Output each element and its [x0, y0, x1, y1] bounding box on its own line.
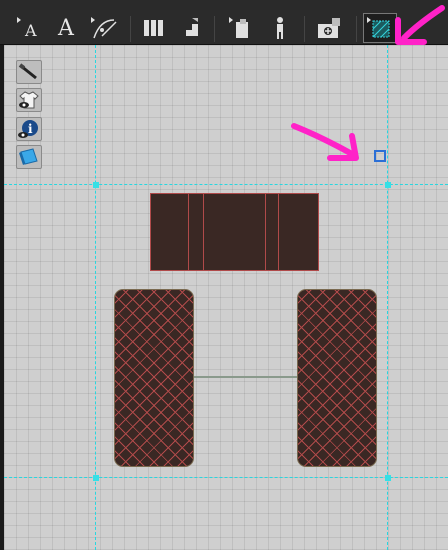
- book-button[interactable]: [16, 145, 42, 169]
- table-divider: [265, 194, 266, 270]
- toolbar-separator: [214, 16, 215, 42]
- info-eye-button[interactable]: i: [16, 117, 42, 141]
- bench-right[interactable]: [297, 289, 377, 467]
- columns-tool[interactable]: [140, 14, 168, 42]
- selection-handle[interactable]: [93, 475, 99, 481]
- book-icon: [19, 148, 38, 165]
- shirt-eye-button[interactable]: [16, 88, 42, 112]
- selection-handle[interactable]: [93, 182, 99, 188]
- table-divider: [203, 194, 204, 270]
- text-tool[interactable]: A: [52, 14, 80, 42]
- table-divider: [188, 194, 189, 270]
- connecting-bar[interactable]: [194, 376, 297, 378]
- text-small-icon: A: [17, 17, 37, 40]
- brush-icon: [18, 63, 37, 80]
- stairs-icon: [180, 18, 198, 36]
- design-canvas[interactable]: i: [4, 45, 448, 550]
- guide-line-horizontal-top[interactable]: [4, 184, 448, 185]
- toolbar-separator: [130, 16, 131, 42]
- toolbar-separator: [304, 16, 305, 42]
- add-object-tool[interactable]: [314, 14, 344, 42]
- add-object-icon: [318, 18, 340, 38]
- object-tool[interactable]: [226, 14, 256, 42]
- columns-icon: [144, 20, 163, 36]
- figure-tool[interactable]: [266, 14, 294, 42]
- selected-object-marker[interactable]: [374, 150, 386, 162]
- svg-text:A: A: [24, 21, 37, 40]
- pen-curve-icon: [91, 17, 117, 39]
- bench-left[interactable]: [114, 289, 194, 467]
- table-divider: [278, 194, 279, 270]
- stairs-tool[interactable]: [176, 14, 204, 42]
- shirt-eye-icon: [19, 91, 39, 109]
- pen-curve-tool[interactable]: [88, 14, 120, 42]
- text-tool-label: A: [58, 15, 74, 41]
- selection-handle[interactable]: [385, 475, 391, 481]
- svg-text:i: i: [28, 122, 33, 136]
- brush-eye-button[interactable]: [16, 60, 42, 84]
- figure-icon: [277, 17, 283, 39]
- toolbar-separator: [356, 16, 357, 42]
- table-object[interactable]: [150, 193, 319, 271]
- object-icon: [229, 17, 248, 38]
- text-tool-small[interactable]: A: [14, 14, 42, 42]
- selection-handle[interactable]: [385, 182, 391, 188]
- guide-line-horizontal-bottom[interactable]: [4, 477, 448, 478]
- info-eye-icon: i: [18, 120, 38, 138]
- annotation-arrow-canvas: [291, 123, 359, 161]
- annotation-arrow-toolbar: [395, 5, 445, 45]
